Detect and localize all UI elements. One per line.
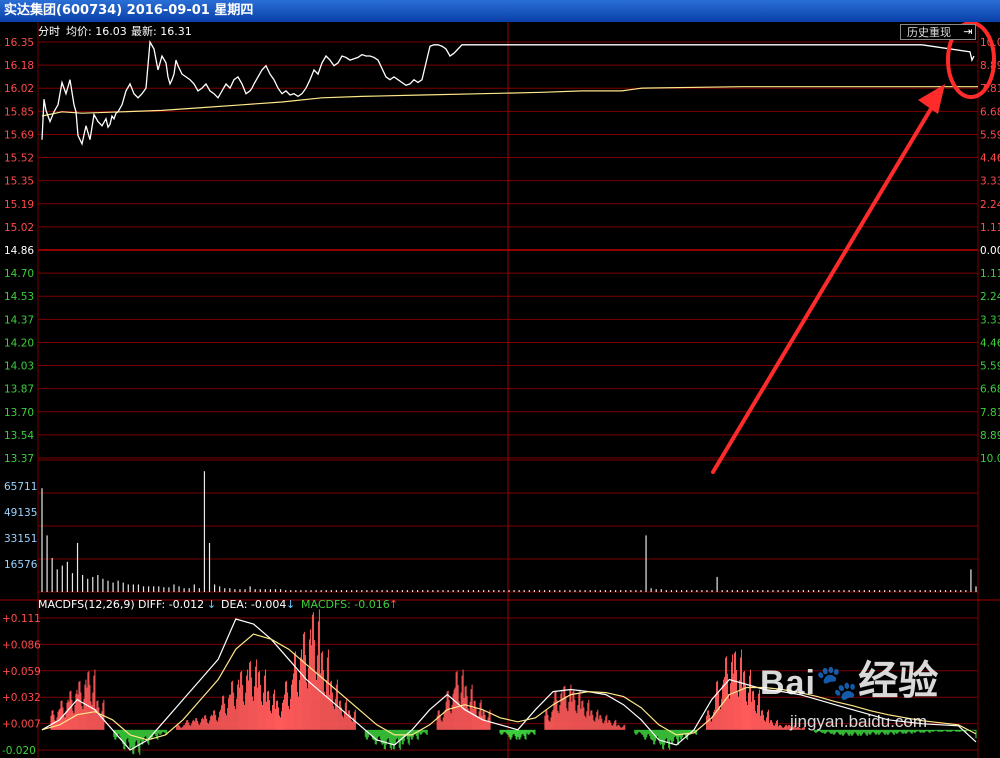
price-axis-left: 16.35 16.18 16.02 15.85 15.69 15.52 15.35 15.19… [4,37,34,465]
macd-tick-label: +0.111 [2,613,41,625]
percent-tick-label: 8.89 [980,60,1000,72]
dea-down-arrow-icon: ↓ [286,598,295,611]
annotation-arrow [711,84,945,474]
price-tick-label: 13.37 [4,453,34,465]
price-tick-label: 15.85 [4,106,34,118]
volume-tick-label: 65711 [4,481,37,493]
volume-axis: 65711 49135 33151 16576 [4,481,38,571]
price-tick-label: 13.70 [4,407,34,419]
percent-tick-label: 1.11 [980,268,1000,280]
price-tick-label: 14.53 [4,291,34,303]
percent-tick-label: 3.33 [980,314,1000,326]
percent-tick-label: 0.00 [980,245,1000,257]
window-title: 实达集团(600734) 2016-09-01 星期四 [4,3,254,18]
macd-tick-label: +0.059 [2,666,41,678]
price-tick-label: 16.02 [4,83,34,95]
volume-tick-label: 33151 [4,533,37,545]
macd-tick-label: -0.020 [2,745,36,757]
percent-tick-label: 2.24 [980,291,1000,303]
macdfs-label: MACDFS: -0.016 [301,598,390,611]
price-tick-label: 16.35 [4,37,34,49]
macd-dea-label: DEA: -0.004 [221,598,286,611]
baidu-watermark: Bai🐾经验 [760,659,939,703]
latest-price-label: 最新: 16.31 [131,24,192,38]
percent-tick-label: 3.33 [980,176,1000,188]
expand-right-icon[interactable]: ⇥ [960,24,976,40]
macd-axis: +0.111 +0.086 +0.059 +0.032 +0.007 -0.020 [2,613,41,757]
price-tick-label: 14.86 [4,245,34,257]
macd-diff-label: DIFF: -0.012 [138,598,204,611]
percent-tick-label: 4.46 [980,337,1000,349]
percent-tick-label: 8.89 [980,430,1000,442]
price-tick-label: 15.02 [4,222,34,234]
volume-bars [41,471,977,592]
percent-tick-label: 5.59 [980,361,1000,373]
macd-tick-label: +0.007 [2,719,41,731]
percent-tick-label: 5.59 [980,129,1000,141]
price-tick-label: 15.69 [4,129,34,141]
percent-axis-right: 10.0 8.89 7.81 6.68 5.59 4.46 3.33 2.24 1.11 0.00… [980,37,1000,465]
macd-tick-label: +0.086 [2,639,41,651]
price-tick-label: 15.35 [4,176,34,188]
price-tick-label: 13.87 [4,384,34,396]
percent-tick-label: 10.0 [980,453,1000,465]
macd-label: MACDFS(12,26,9) [38,598,135,611]
price-tick-label: 14.70 [4,268,34,280]
window-title-bar: 实达集团(600734) 2016-09-01 星期四 [0,0,1000,22]
percent-tick-label: 1.11 [980,222,1000,234]
price-tick-label: 14.03 [4,361,34,373]
price-tick-label: 15.52 [4,153,34,165]
percent-tick-label: 2.24 [980,199,1000,211]
percent-tick-label: 6.68 [980,384,1000,396]
macd-tick-label: +0.032 [2,692,41,704]
volume-tick-label: 16576 [4,559,38,571]
price-tick-label: 14.20 [4,337,34,349]
intraday-label: 分时 [38,25,60,38]
price-tick-label: 15.19 [4,199,34,211]
percent-tick-label: 6.68 [980,106,1000,118]
price-tick-label: 14.37 [4,314,34,326]
avg-price-label: 均价: 16.03 [66,25,127,38]
price-tick-label: 16.18 [4,60,34,72]
macdfs-up-arrow-icon: ↑ [389,598,398,611]
volume-tick-label: 49135 [4,507,37,519]
price-tick-label: 13.54 [4,430,34,442]
diff-down-arrow-icon: ↓ [207,598,216,611]
percent-tick-label: 7.81 [980,407,1000,419]
baidu-watermark-url: jingyan.baidu.com [790,712,928,731]
percent-tick-label: 4.46 [980,153,1000,165]
